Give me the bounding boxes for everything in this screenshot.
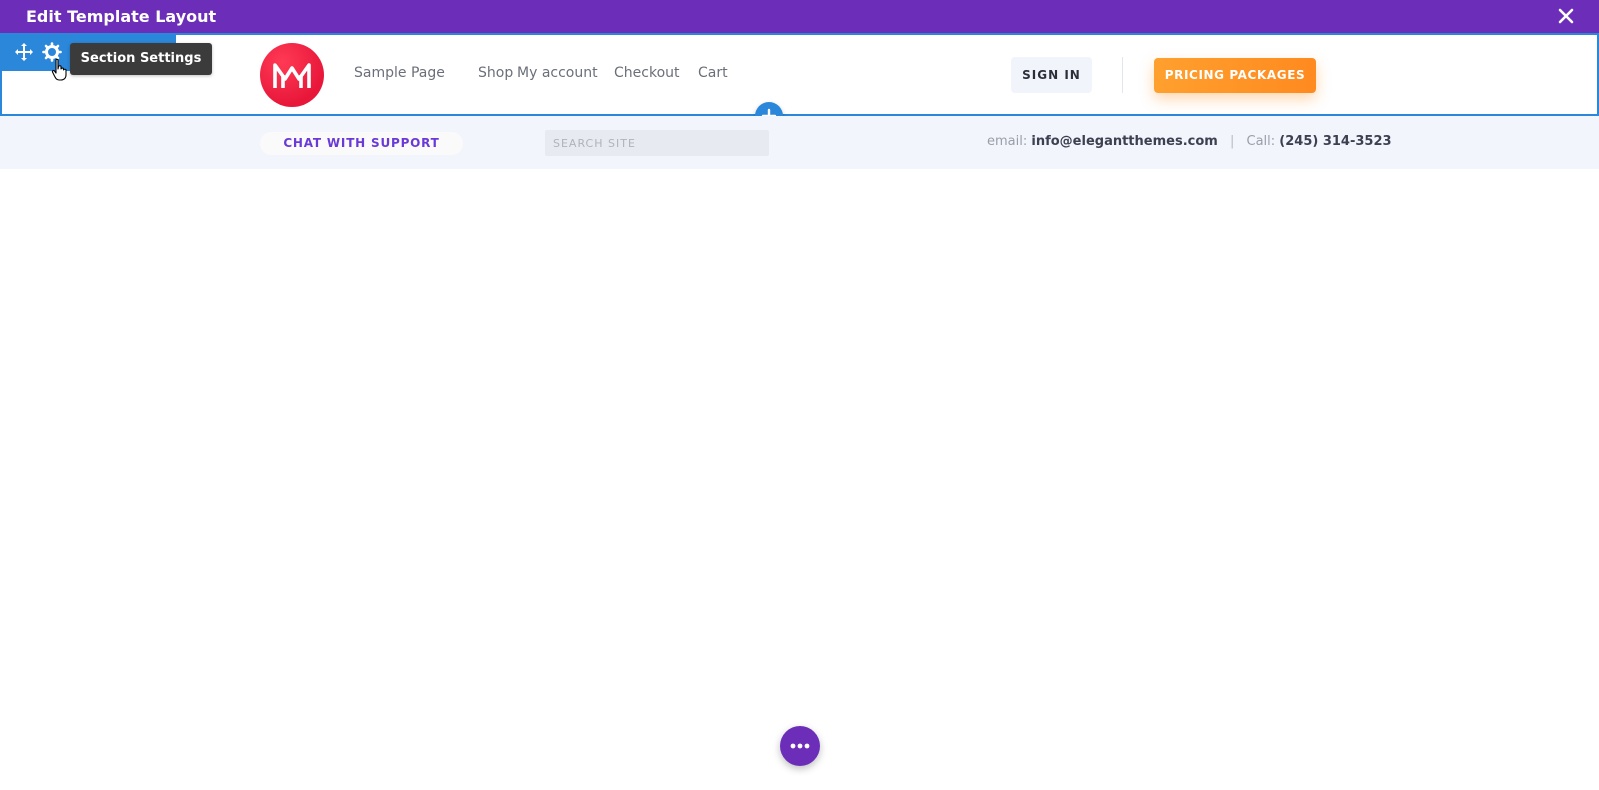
sign-in-button[interactable]: SIGN IN	[1011, 57, 1092, 93]
nav-item-shop[interactable]: Shop	[478, 65, 513, 81]
section-settings-tooltip: Section Settings	[70, 43, 212, 75]
close-icon[interactable]	[1555, 5, 1577, 27]
call-label: Call:	[1246, 134, 1276, 149]
contact-separator: |	[1229, 134, 1235, 149]
header-divider	[1122, 57, 1123, 93]
nav-item-my-account[interactable]: My account	[517, 65, 598, 81]
nav-item-sample-page[interactable]: Sample Page	[354, 65, 445, 81]
phone-value[interactable]: (245) 314-3523	[1279, 134, 1391, 149]
hand-pointer-icon	[51, 58, 67, 81]
email-value[interactable]: info@elegantthemes.com	[1031, 134, 1217, 149]
builder-menu-button[interactable]	[780, 726, 820, 766]
builder-topbar: Edit Template Layout	[0, 0, 1599, 33]
nav-item-checkout[interactable]: Checkout	[614, 65, 680, 81]
nav-item-cart[interactable]: Cart	[698, 65, 728, 81]
search-input[interactable]	[545, 130, 769, 156]
move-icon[interactable]	[13, 41, 35, 63]
site-logo[interactable]	[260, 43, 324, 107]
email-label: email:	[987, 134, 1028, 149]
pricing-packages-button[interactable]: PRICING PACKAGES	[1154, 58, 1316, 93]
contact-info: email: info@elegantthemes.com | Call: (2…	[987, 134, 1392, 152]
header-section[interactable]	[0, 33, 1599, 116]
chat-with-support-button[interactable]: CHAT WITH SUPPORT	[260, 132, 463, 155]
more-dots-icon	[790, 743, 810, 749]
editor-title: Edit Template Layout	[26, 7, 217, 26]
logo-mark-icon	[273, 63, 311, 88]
